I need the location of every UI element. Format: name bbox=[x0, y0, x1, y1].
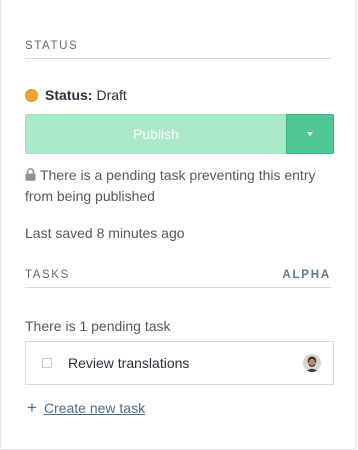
task-item: Review translations bbox=[25, 341, 334, 385]
status-dot-icon bbox=[25, 88, 38, 102]
pending-task-count: There is 1 pending task bbox=[25, 318, 171, 334]
publish-options-button[interactable] bbox=[286, 114, 334, 154]
alpha-badge: ALPHA bbox=[282, 269, 331, 281]
status-row: Status: Draft bbox=[25, 87, 127, 103]
task-label[interactable]: Review translations bbox=[68, 355, 303, 371]
plus-icon: + bbox=[27, 398, 37, 417]
entry-sidebar-panel: STATUS Status: Draft Publish There is a … bbox=[0, 0, 356, 450]
create-task-link[interactable]: + Create new task bbox=[27, 399, 145, 416]
tasks-section-header: TASKS ALPHA bbox=[25, 269, 331, 288]
avatar-image bbox=[303, 354, 321, 372]
status-label: Status: bbox=[45, 87, 93, 103]
chevron-down-icon bbox=[307, 132, 313, 136]
status-section-title: STATUS bbox=[25, 40, 79, 52]
tasks-section-title: TASKS bbox=[25, 269, 70, 281]
pending-task-notice: There is a pending task preventing this … bbox=[25, 165, 325, 207]
lock-icon bbox=[25, 168, 36, 181]
create-task-label[interactable]: Create new task bbox=[44, 400, 145, 416]
publish-button-group: Publish bbox=[25, 114, 334, 154]
assignee-avatar[interactable] bbox=[303, 354, 321, 372]
status-value: Draft bbox=[96, 87, 127, 103]
task-checkbox[interactable] bbox=[42, 358, 52, 368]
last-saved-text: Last saved 8 minutes ago bbox=[25, 225, 185, 241]
status-section-header: STATUS bbox=[25, 40, 331, 59]
pending-task-notice-text: There is a pending task preventing this … bbox=[25, 167, 316, 204]
publish-button[interactable]: Publish bbox=[25, 114, 286, 154]
